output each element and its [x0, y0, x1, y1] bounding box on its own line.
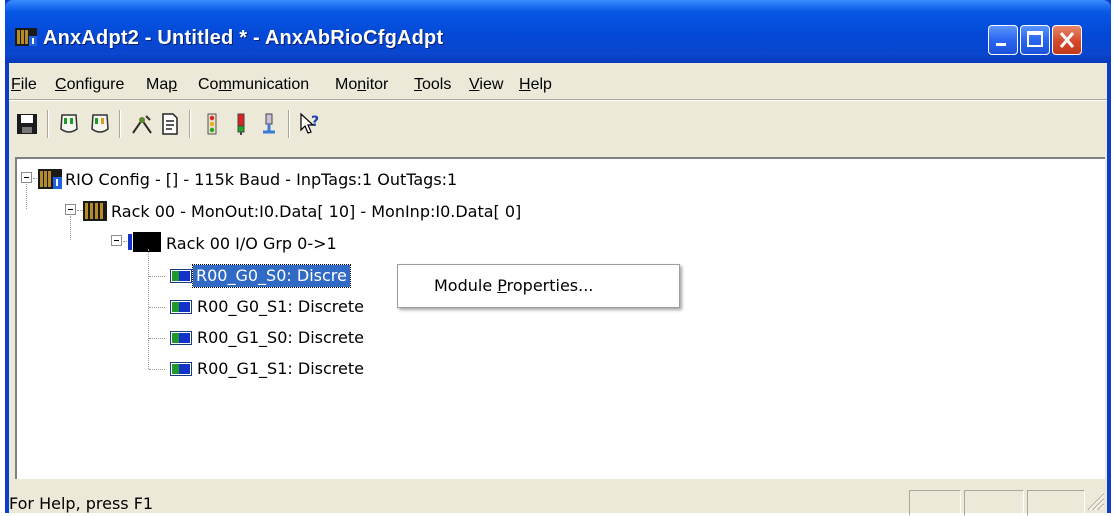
- context-help-icon[interactable]: ?: [298, 112, 322, 136]
- menu-help[interactable]: Help: [519, 76, 552, 94]
- menu-tools[interactable]: Tools: [414, 76, 451, 94]
- menu-communication[interactable]: Communication: [198, 76, 309, 94]
- menu-view[interactable]: View: [469, 76, 503, 94]
- red-light-icon[interactable]: [229, 112, 253, 136]
- minimize-icon: [996, 43, 1006, 46]
- tree-group-label[interactable]: Rack 00 I/O Grp 0->1: [166, 234, 337, 253]
- toolbar-separator: [288, 110, 290, 138]
- save-icon[interactable]: [15, 112, 39, 136]
- download-icon[interactable]: [57, 112, 81, 136]
- status-bar: For Help, press F1: [9, 480, 1107, 516]
- tree-connector: [70, 216, 72, 240]
- tree-module-label[interactable]: R00_G1_S1: Discrete: [197, 359, 364, 378]
- status-panel: [964, 490, 1024, 516]
- maximize-button[interactable]: [1020, 25, 1050, 55]
- title-bar[interactable]: AnxAdpt2 - Untitled * - AnxAbRioCfgAdpt: [5, 0, 1111, 63]
- menu-configure[interactable]: Configure: [55, 76, 124, 94]
- document-icon[interactable]: [158, 112, 182, 136]
- module-icon: [170, 269, 192, 283]
- io-group-icon: [128, 232, 161, 252]
- tree-connector: [149, 307, 165, 309]
- module-icon: [170, 331, 192, 345]
- menu-map[interactable]: Map: [146, 76, 177, 94]
- menu-toolbar-divider-highlight: [9, 100, 1107, 101]
- module-properties-menu-item[interactable]: Module Properties...: [434, 276, 593, 295]
- tree-module-selected[interactable]: R00_G0_S0: Discre: [192, 264, 351, 288]
- close-icon: [1059, 32, 1075, 48]
- close-button[interactable]: [1052, 25, 1082, 55]
- tree-connector: [148, 249, 150, 369]
- stoplight-icon[interactable]: [200, 112, 224, 136]
- module-icon: [170, 300, 192, 314]
- module-icon: [170, 362, 192, 376]
- toolbar-separator: [189, 110, 191, 138]
- svg-text:?: ?: [311, 114, 319, 130]
- app-window: AnxAdpt2 - Untitled * - AnxAbRioCfgAdpt …: [5, 0, 1111, 516]
- maximize-icon: [1027, 31, 1043, 47]
- context-menu: Module Properties...: [397, 264, 680, 308]
- toolbar: ?: [9, 103, 1107, 145]
- tree-module-label[interactable]: R00_G0_S1: Discrete: [197, 297, 364, 316]
- tools-icon[interactable]: [130, 112, 154, 136]
- connect-icon[interactable]: [257, 112, 281, 136]
- menu-bar: File Configure Map Communication Monitor…: [9, 63, 1107, 93]
- rack-app-icon: [15, 28, 37, 46]
- toolbar-separator: [47, 110, 49, 138]
- tree-connector: [149, 369, 165, 371]
- tree-connector: [149, 276, 165, 278]
- tree-connector: [26, 184, 28, 209]
- status-panel: [909, 490, 961, 516]
- toolbar-separator: [119, 110, 121, 138]
- menu-file[interactable]: File: [11, 76, 37, 94]
- status-panel: [1027, 490, 1085, 516]
- rack-icon: [83, 201, 107, 221]
- tree-module-label[interactable]: R00_G1_S0: Discrete: [197, 328, 364, 347]
- tree-rack-label[interactable]: Rack 00 - MonOut:I0.Data[ 10] - MonInp:I…: [111, 202, 521, 221]
- minimize-button[interactable]: [988, 25, 1018, 55]
- group-collapse-toggle[interactable]: [111, 235, 122, 246]
- tree-connector: [149, 338, 165, 340]
- tree-root-label[interactable]: RIO Config - [] - 115k Baud - InpTags:1 …: [65, 170, 457, 189]
- rack-collapse-toggle[interactable]: [65, 204, 76, 215]
- window-title: AnxAdpt2 - Untitled * - AnxAbRioCfgAdpt: [43, 27, 444, 49]
- rio-config-icon: [38, 169, 62, 189]
- root-collapse-toggle[interactable]: [21, 172, 32, 183]
- menu-monitor[interactable]: Monitor: [335, 76, 388, 94]
- status-text: For Help, press F1: [9, 494, 154, 513]
- config-tree[interactable]: RIO Config - [] - 115k Baud - InpTags:1 …: [15, 157, 1105, 479]
- upload-icon[interactable]: [88, 112, 112, 136]
- resize-grip-icon[interactable]: [1083, 489, 1105, 511]
